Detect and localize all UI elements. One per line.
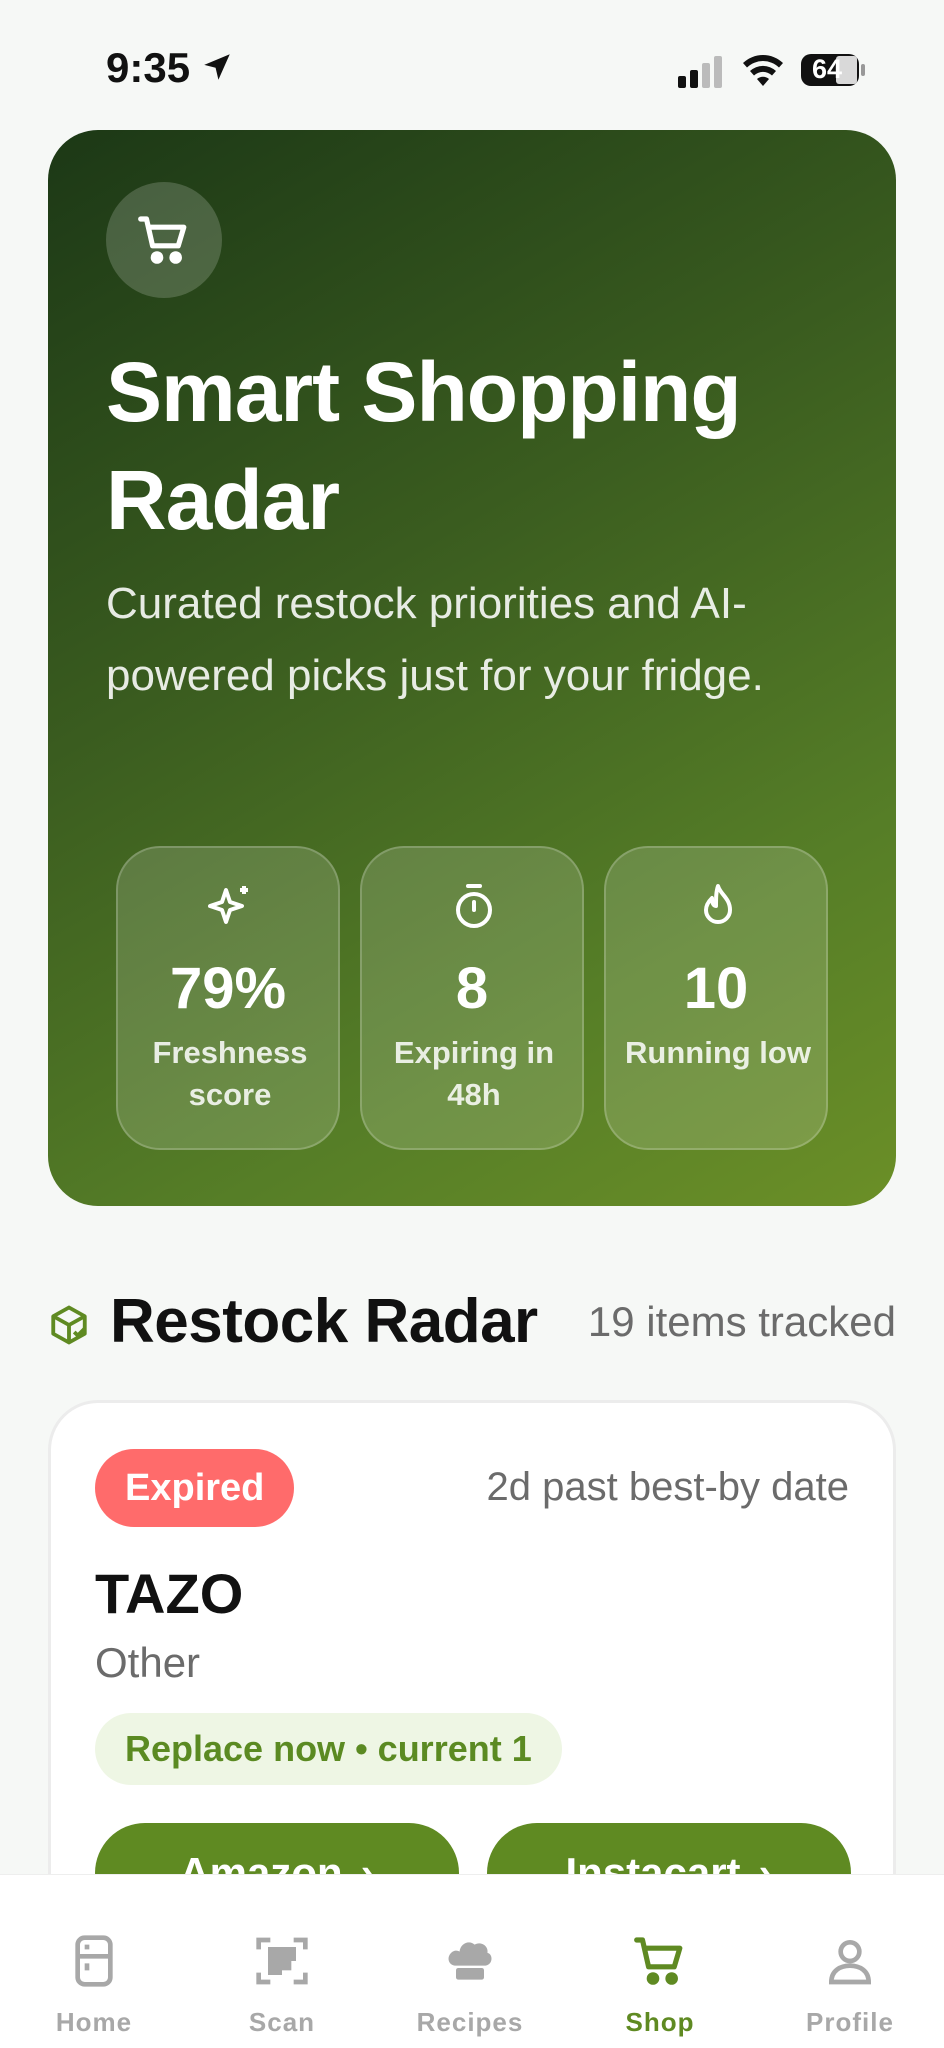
tab-label: Scan bbox=[248, 2007, 316, 2037]
cellular-signal-icon bbox=[678, 56, 722, 88]
hero-icon-badge bbox=[106, 182, 222, 298]
best-by-note: 2d past best-by date bbox=[486, 1465, 849, 1509]
item-name: TAZO bbox=[95, 1562, 244, 1625]
timer-icon bbox=[456, 884, 492, 928]
status-badge: Expired bbox=[95, 1449, 295, 1527]
cart-icon bbox=[634, 1937, 683, 1985]
stat-label: Expiring in 48h bbox=[393, 1035, 555, 1112]
stat-value: 8 bbox=[455, 956, 489, 1021]
stat-running-low: 10 Running low bbox=[604, 846, 828, 1150]
status-time: 9:35 bbox=[106, 44, 191, 91]
replace-now-chip: Replace now • current 1 bbox=[95, 1713, 562, 1785]
qr-scan-icon bbox=[256, 1937, 308, 1985]
tab-label: Home bbox=[55, 2007, 133, 2037]
stat-value: 10 bbox=[683, 956, 749, 1021]
status-bar: 9:35 64 bbox=[0, 0, 944, 140]
stat-label: Running low bbox=[625, 1035, 811, 1070]
tab-label: Recipes bbox=[416, 2007, 524, 2037]
hero-subtitle: Curated restock priorities and AI-powere… bbox=[106, 579, 764, 700]
stat-freshness: 79% Freshness score bbox=[116, 846, 340, 1150]
hero-card: Smart Shopping Radar Curated restock pri… bbox=[48, 130, 896, 1206]
location-arrow-icon bbox=[204, 54, 230, 80]
tab-recipes[interactable]: Recipes bbox=[400, 1933, 540, 2043]
tab-label: Profile bbox=[806, 2007, 894, 2037]
stat-value: 79% bbox=[169, 956, 287, 1021]
flame-icon bbox=[704, 884, 732, 924]
wifi-icon bbox=[743, 55, 783, 86]
hero-title: Smart Shopping Radar bbox=[106, 345, 742, 547]
items-tracked-count: 19 items tracked bbox=[587, 1298, 896, 1345]
chef-hat-icon bbox=[448, 1942, 492, 1980]
section-title: Restock Radar bbox=[110, 1287, 538, 1356]
package-check-icon bbox=[51, 1305, 87, 1345]
fridge-icon bbox=[75, 1935, 113, 1987]
stat-expiring: 8 Expiring in 48h bbox=[360, 846, 584, 1150]
tab-shop[interactable]: Shop bbox=[590, 1933, 730, 2043]
tab-profile[interactable]: Profile bbox=[780, 1933, 920, 2043]
sparkles-icon bbox=[208, 886, 248, 924]
tab-home[interactable]: Home bbox=[24, 1933, 164, 2043]
item-category: Other bbox=[95, 1639, 201, 1686]
restock-radar-header: Restock Radar 19 items tracked bbox=[48, 1284, 896, 1364]
user-icon bbox=[828, 1940, 872, 1985]
stat-label: Freshness score bbox=[152, 1035, 308, 1112]
cart-icon bbox=[138, 216, 187, 264]
battery-level: 64 bbox=[811, 54, 843, 84]
tab-label: Shop bbox=[625, 2007, 695, 2037]
tab-scan[interactable]: Scan bbox=[212, 1933, 352, 2043]
tab-bar: Home Scan Recipes Shop Profile bbox=[0, 1874, 944, 2048]
